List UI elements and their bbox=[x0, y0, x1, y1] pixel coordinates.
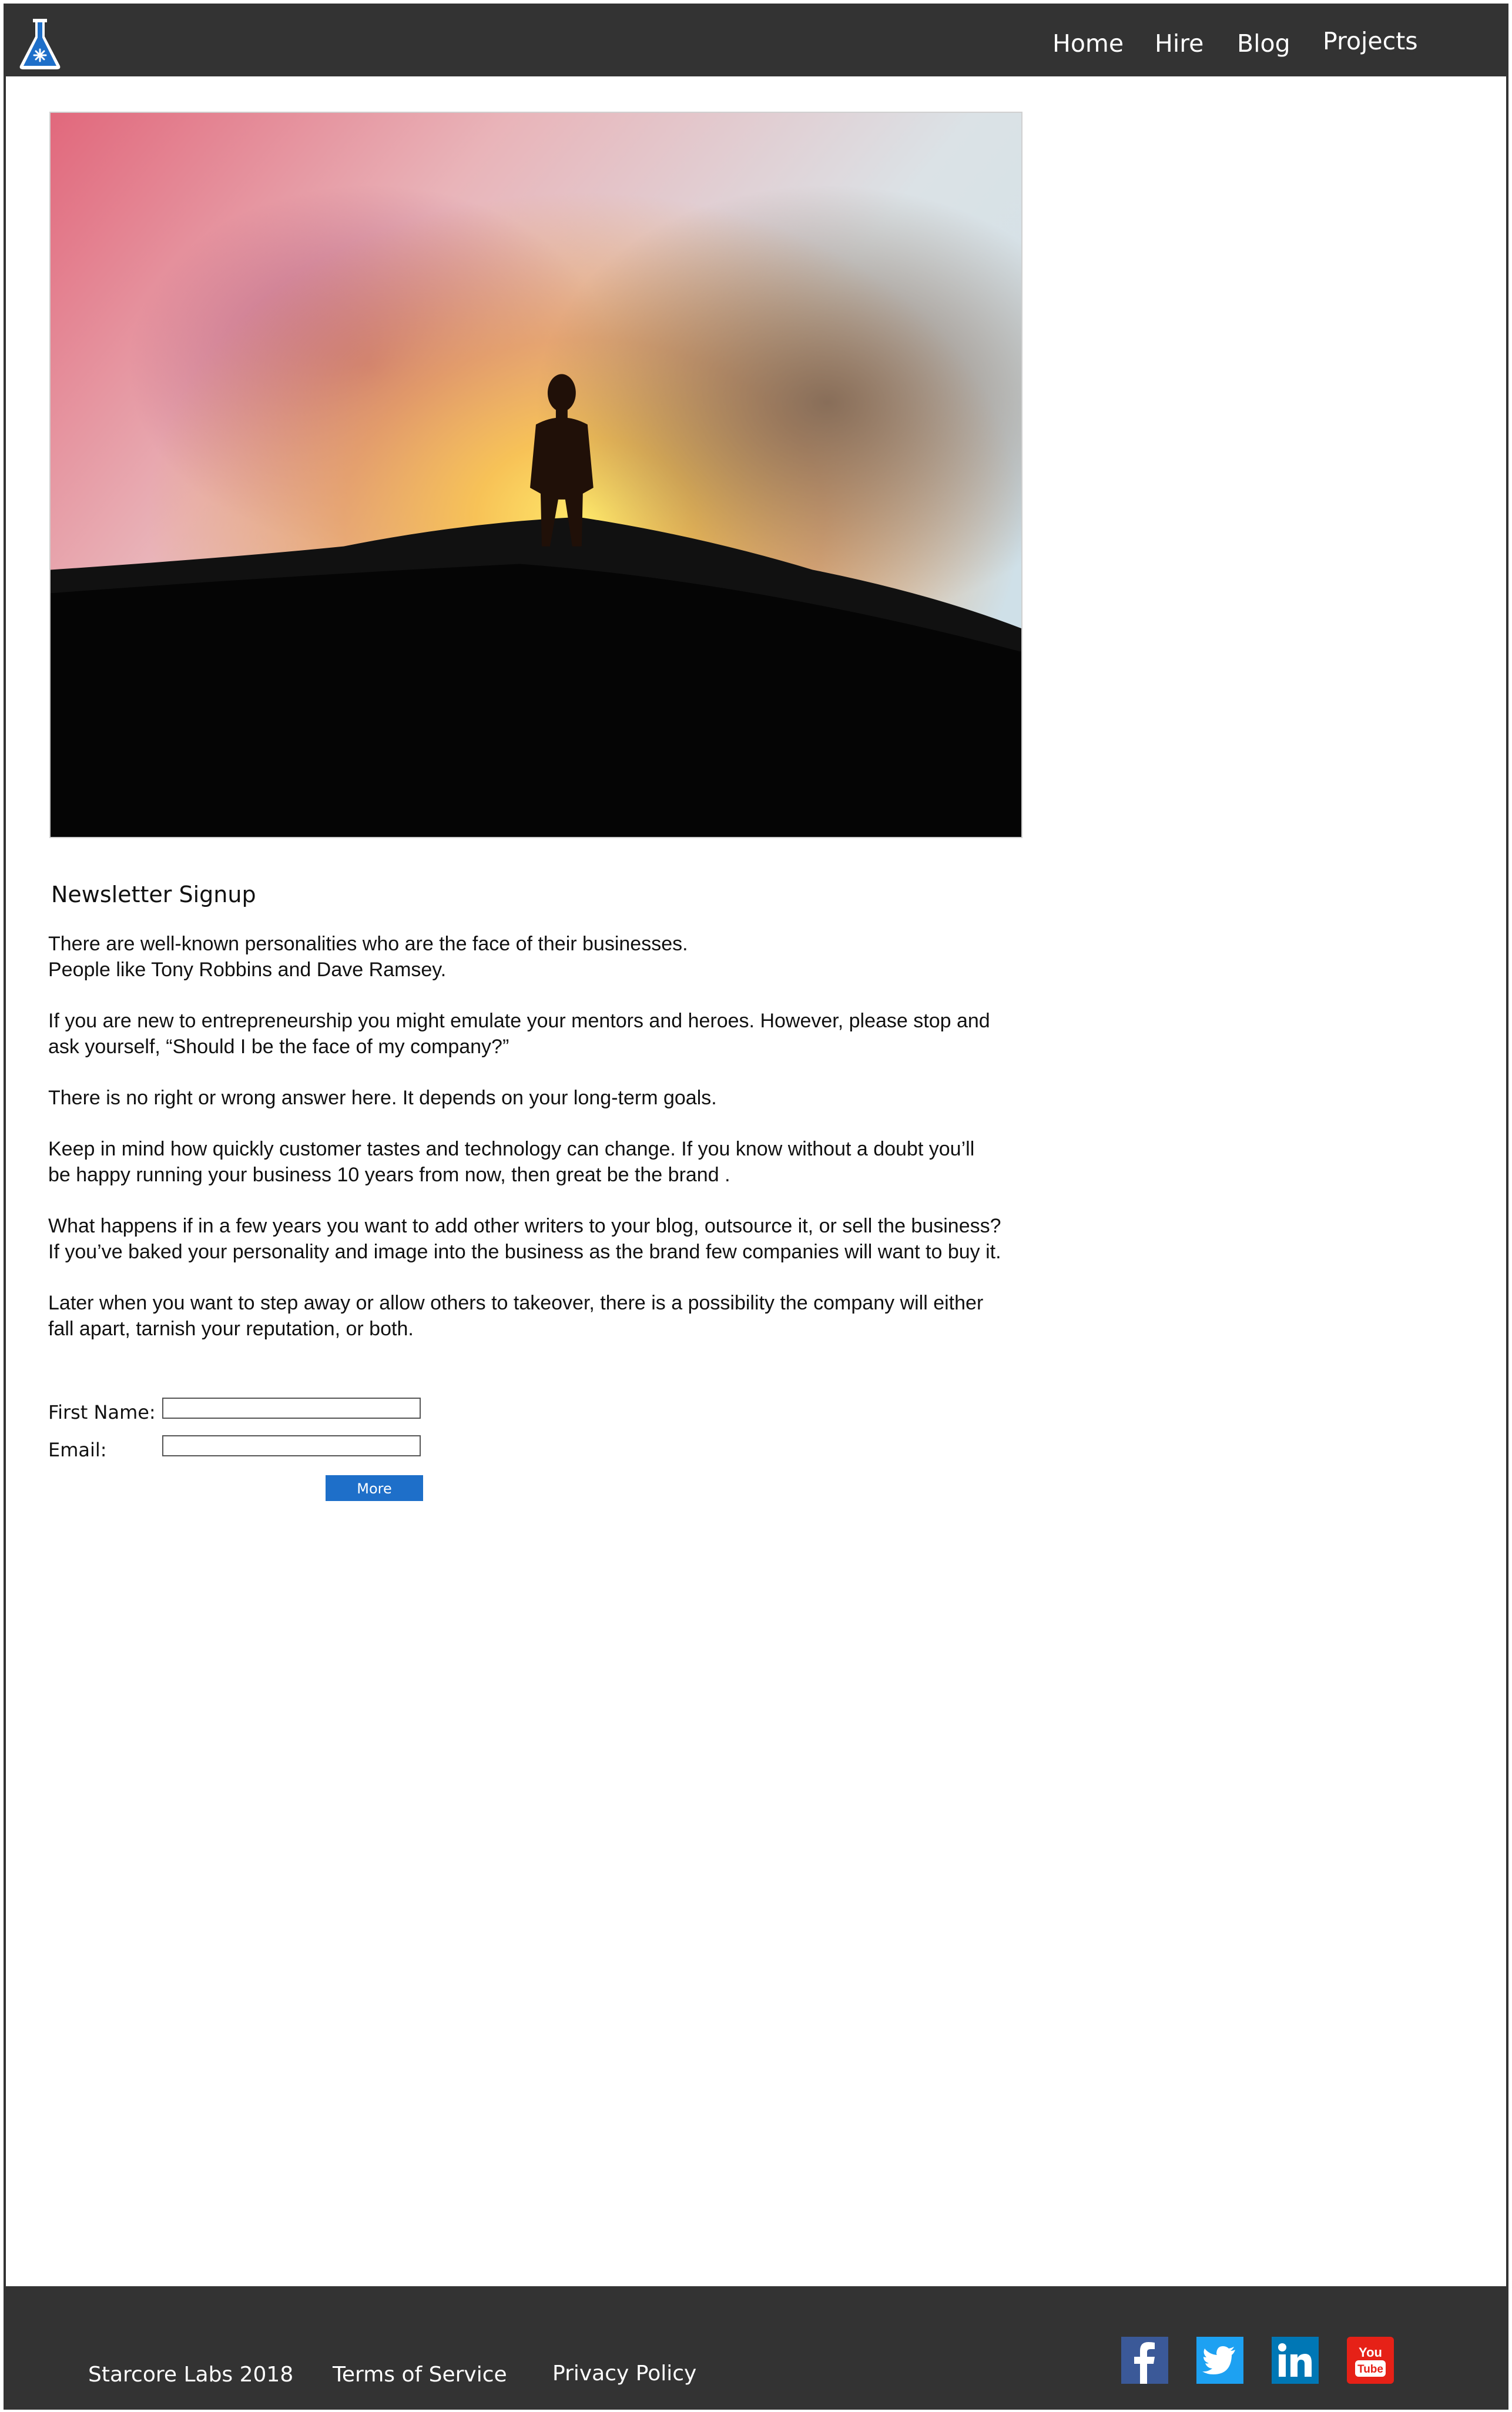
main-nav: Home Hire Blog Projects bbox=[977, 6, 1506, 76]
linkedin-icon[interactable] bbox=[1272, 2337, 1319, 2384]
paragraph: There are well-known personalities who a… bbox=[48, 933, 688, 981]
paragraph: What happens if in a few years you want … bbox=[48, 1215, 1001, 1263]
nav-item-blog[interactable]: Blog bbox=[1237, 29, 1290, 58]
first-name-label: First Name: bbox=[48, 1401, 156, 1423]
more-button[interactable]: More bbox=[326, 1475, 423, 1501]
facebook-icon[interactable] bbox=[1121, 2337, 1168, 2384]
twitter-icon[interactable] bbox=[1196, 2337, 1243, 2384]
paragraph: Keep in mind how quickly customer tastes… bbox=[48, 1138, 975, 1186]
hero-image bbox=[49, 112, 1022, 838]
nav-item-hire[interactable]: Hire bbox=[1155, 29, 1203, 58]
site-header: Home Hire Blog Projects bbox=[6, 6, 1506, 76]
email-label: Email: bbox=[48, 1439, 107, 1461]
paragraph: Later when you want to step away or allo… bbox=[48, 1292, 984, 1340]
youtube-icon-text-bottom: Tube bbox=[1357, 2363, 1383, 2376]
youtube-icon[interactable]: You Tube bbox=[1347, 2337, 1394, 2384]
article-body: There are well-known personalities who a… bbox=[48, 931, 1041, 1367]
page-frame: Home Hire Blog Projects Newsletter Signu… bbox=[4, 4, 1508, 2410]
section-title: Newsletter Signup bbox=[51, 882, 256, 907]
flask-logo-icon[interactable] bbox=[18, 16, 62, 71]
paragraph: If you are new to entrepreneurship you m… bbox=[48, 1010, 990, 1058]
site-footer: Starcore Labs 2018 Terms of Service Priv… bbox=[6, 2286, 1506, 2407]
footer-copyright: Starcore Labs 2018 bbox=[88, 2363, 294, 2387]
email-input[interactable] bbox=[162, 1435, 421, 1456]
footer-privacy-link[interactable]: Privacy Policy bbox=[552, 2361, 696, 2386]
first-name-input[interactable] bbox=[162, 1398, 421, 1419]
nav-item-projects[interactable]: Projects bbox=[1323, 27, 1418, 55]
youtube-icon-text-top: You bbox=[1359, 2345, 1382, 2360]
nav-item-home[interactable]: Home bbox=[1052, 29, 1124, 58]
footer-terms-link[interactable]: Terms of Service bbox=[333, 2363, 507, 2387]
paragraph: There is no right or wrong answer here. … bbox=[48, 1087, 717, 1109]
